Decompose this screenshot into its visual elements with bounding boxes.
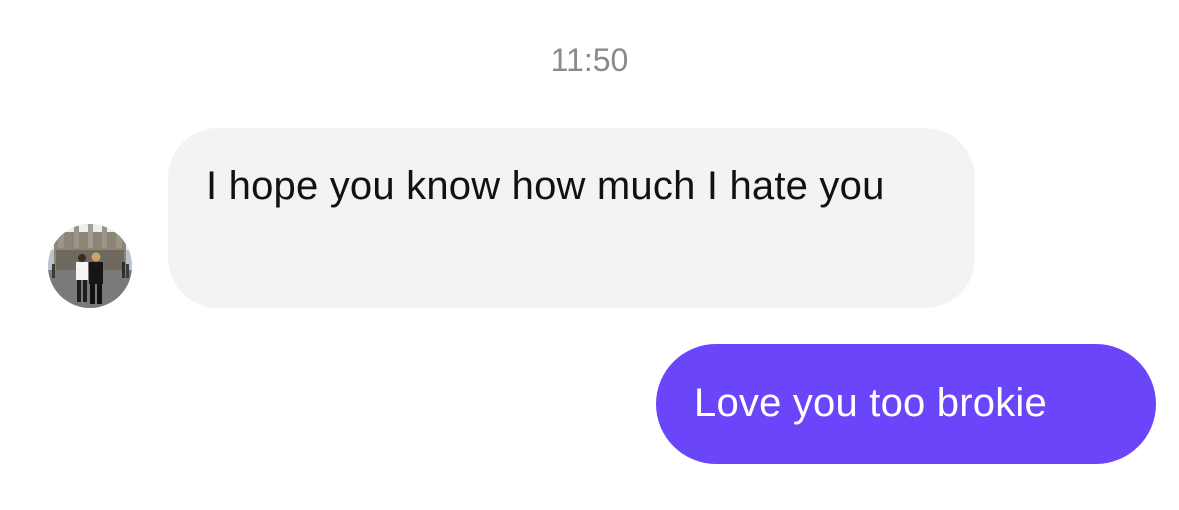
outgoing-message-text: Love you too brokie xyxy=(694,381,1047,425)
message-timestamp: 11:50 xyxy=(550,42,629,78)
chat-thread: 11:50 I hope you know how much I hate yo… xyxy=(0,0,1179,510)
contact-avatar[interactable] xyxy=(48,224,132,308)
contact-photo-icon xyxy=(48,224,132,308)
incoming-message-text: I hope you know how much I hate you xyxy=(206,164,885,208)
outgoing-message-bubble[interactable]: Love you too brokie xyxy=(656,344,1156,464)
incoming-message-bubble[interactable]: I hope you know how much I hate you xyxy=(168,128,975,308)
